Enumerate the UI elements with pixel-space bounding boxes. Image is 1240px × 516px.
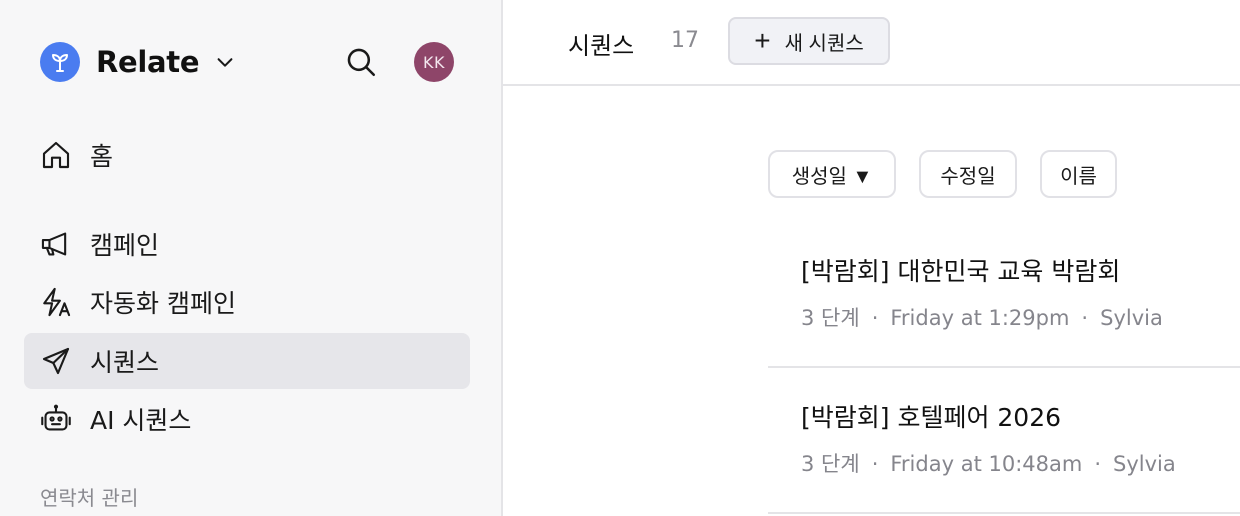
sort-created-button[interactable]: 생성일 ▼: [768, 150, 896, 198]
sequence-time: Friday at 1:29pm: [890, 306, 1070, 330]
sequence-owner: Sylvia: [1100, 306, 1163, 330]
chevron-down-icon[interactable]: [213, 50, 237, 74]
sort-name-button[interactable]: 이름: [1040, 150, 1117, 198]
paper-plane-icon: [38, 343, 74, 379]
separator: ·: [1081, 306, 1089, 330]
sequence-meta: 3 단계 · Friday at 10:48am · Sylvia: [801, 448, 1176, 478]
sidebar-item-label: 자동화 캠페인: [90, 289, 236, 318]
sidebar-item-home[interactable]: 홈: [24, 127, 470, 183]
main-content: 시퀀스 17 + 새 시퀀스 생성일 ▼ 수정일 이름 [박람회] 대한민국 교…: [503, 0, 1240, 516]
workspace-name: Relate: [96, 45, 200, 79]
list-item[interactable]: [박람회] 대한민국 교육 박람회 3 단계 · Friday at 1:29pm ·…: [768, 222, 1240, 368]
sequence-steps: 3 단계: [801, 306, 860, 330]
section-title-contacts: 연락처 관리: [40, 486, 139, 510]
sidebar-item-campaign[interactable]: 캠페인: [24, 216, 470, 272]
sidebar-item-ai-sequence[interactable]: AI 시퀀스: [24, 391, 470, 447]
sidebar-item-label: AI 시퀀스: [90, 406, 192, 435]
plus-icon: +: [754, 25, 771, 56]
home-icon: [38, 137, 74, 173]
sidebar: Relate KK 홈 캠페인 자동화 캠페인 시퀀스 AI 시퀀스 연락처 관…: [0, 0, 503, 516]
sequence-owner: Sylvia: [1113, 452, 1176, 476]
sequence-count: 17: [671, 28, 699, 53]
sequence-steps: 3 단계: [801, 452, 860, 476]
brand-logo-icon: [40, 42, 80, 82]
header: 시퀀스 17 + 새 시퀀스: [503, 0, 1240, 86]
sequence-title: [박람회] 대한민국 교육 박람회: [801, 257, 1121, 286]
page-title: 시퀀스: [568, 32, 635, 60]
sidebar-item-label: 홈: [90, 142, 114, 171]
separator: ·: [871, 306, 879, 330]
search-button[interactable]: [342, 43, 380, 81]
avatar[interactable]: KK: [414, 42, 454, 82]
separator: ·: [1094, 452, 1102, 476]
sidebar-item-label: 캠페인: [90, 231, 160, 260]
sidebar-item-sequence[interactable]: 시퀀스: [24, 333, 470, 389]
separator: ·: [871, 452, 879, 476]
sort-modified-button[interactable]: 수정일: [919, 150, 1017, 198]
workspace-switcher[interactable]: Relate: [40, 42, 237, 82]
sequence-meta: 3 단계 · Friday at 1:29pm · Sylvia: [801, 302, 1163, 332]
search-icon: [347, 48, 376, 77]
list-item[interactable]: [박람회] 호텔페어 2026 3 단계 · Friday at 10:48am · S…: [768, 368, 1240, 514]
new-sequence-button[interactable]: + 새 시퀀스: [728, 17, 890, 65]
robot-icon: [38, 401, 74, 437]
sidebar-item-label: 시퀀스: [90, 348, 160, 377]
lightning-a-icon: [38, 284, 74, 320]
new-sequence-label: 새 시퀀스: [784, 32, 864, 55]
megaphone-icon: [38, 226, 74, 262]
sequence-title: [박람회] 호텔페어 2026: [801, 403, 1062, 432]
sidebar-item-auto-campaign[interactable]: 자동화 캠페인: [24, 274, 470, 330]
sequence-time: Friday at 10:48am: [890, 452, 1083, 476]
